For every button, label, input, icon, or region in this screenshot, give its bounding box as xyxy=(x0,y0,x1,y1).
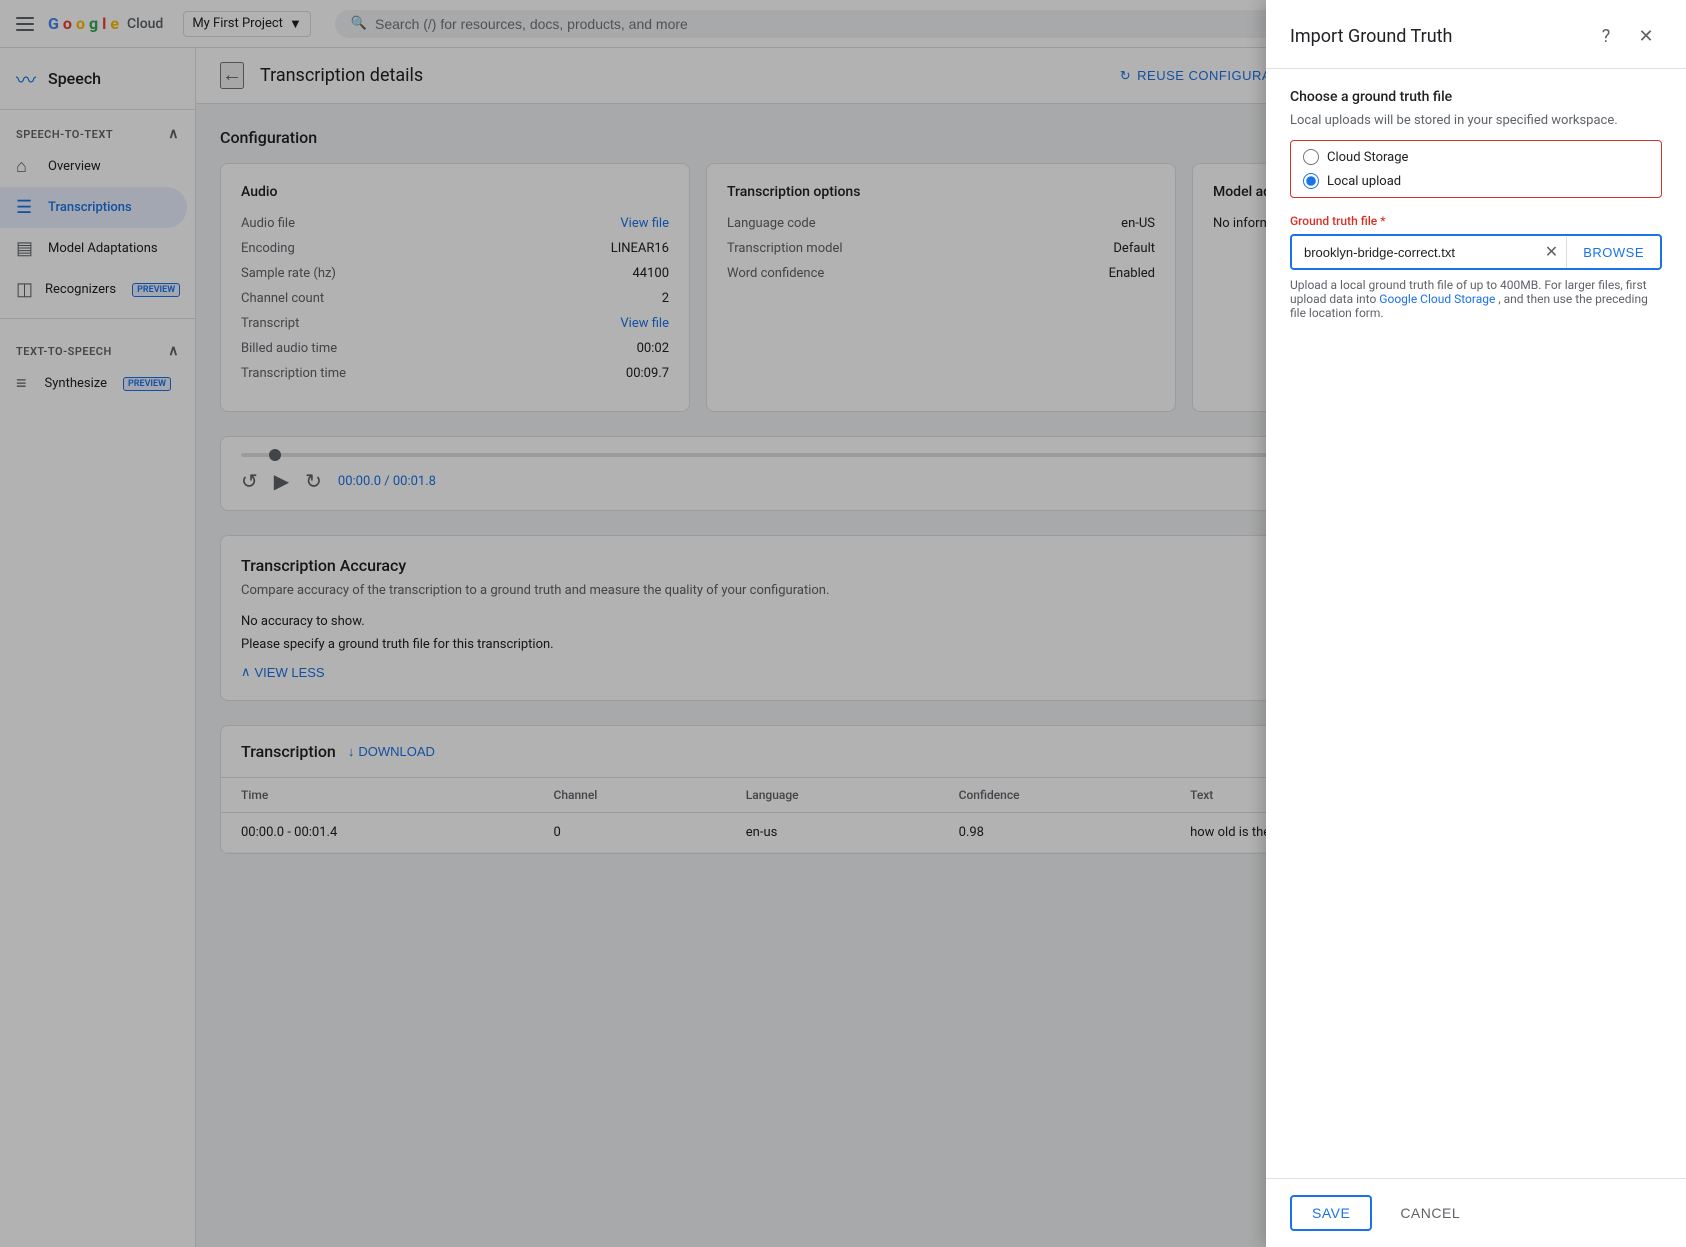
google-cloud-storage-link[interactable]: Google Cloud Storage xyxy=(1379,292,1495,306)
cloud-storage-label: Cloud Storage xyxy=(1327,150,1408,165)
file-hint: Upload a local ground truth file of up t… xyxy=(1290,278,1662,320)
dialog-body: Choose a ground truth file Local uploads… xyxy=(1266,69,1686,1178)
storage-options-group: Cloud Storage Local upload xyxy=(1290,140,1662,198)
clear-file-button[interactable]: ✕ xyxy=(1537,236,1566,268)
required-asterisk: * xyxy=(1380,214,1385,228)
dialog-info: Local uploads will be stored in your spe… xyxy=(1290,113,1662,128)
file-input-label: Ground truth file * xyxy=(1290,214,1662,228)
dialog-section-title: Choose a ground truth file xyxy=(1290,89,1662,105)
file-input-wrapper: ✕ BROWSE xyxy=(1290,234,1662,270)
file-input-section: Ground truth file * ✕ BROWSE Upload a lo… xyxy=(1290,214,1662,320)
local-upload-radio[interactable] xyxy=(1303,173,1319,189)
local-upload-option[interactable]: Local upload xyxy=(1303,173,1649,189)
cloud-storage-radio[interactable] xyxy=(1303,149,1319,165)
import-dialog: Import Ground Truth ? ✕ Choose a ground … xyxy=(1266,0,1686,1247)
dialog-help-button[interactable]: ? xyxy=(1590,20,1622,52)
save-button[interactable]: SAVE xyxy=(1290,1195,1372,1231)
browse-button[interactable]: BROWSE xyxy=(1566,237,1660,268)
dialog-header: Import Ground Truth ? ✕ xyxy=(1266,0,1686,69)
dialog-header-icons: ? ✕ xyxy=(1590,20,1662,52)
cloud-storage-option[interactable]: Cloud Storage xyxy=(1303,149,1649,165)
file-input[interactable] xyxy=(1292,237,1537,268)
dialog-title: Import Ground Truth xyxy=(1290,26,1452,47)
local-upload-label: Local upload xyxy=(1327,174,1401,189)
cancel-button[interactable]: CANCEL xyxy=(1384,1197,1476,1229)
dialog-footer: SAVE CANCEL xyxy=(1266,1178,1686,1247)
dialog-close-button[interactable]: ✕ xyxy=(1630,20,1662,52)
